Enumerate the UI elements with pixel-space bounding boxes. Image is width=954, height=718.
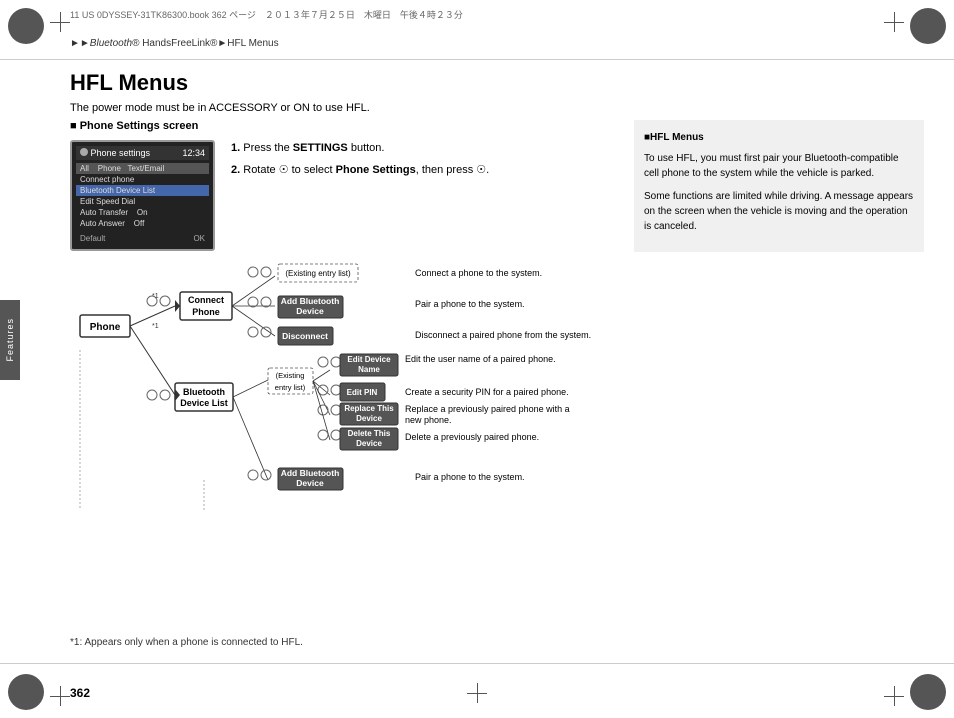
diagram: Phone Connect Phone Bluetooth Device Lis…: [20, 230, 660, 570]
svg-text:Delete a previously paired pho: Delete a previously paired phone.: [405, 432, 539, 442]
svg-text:Edit PIN: Edit PIN: [347, 388, 378, 397]
svg-text:Edit Device: Edit Device: [347, 355, 391, 364]
note-box-para2: Some functions are limited while driving…: [644, 189, 914, 234]
svg-text:Replace This: Replace This: [344, 404, 394, 413]
svg-text:new phone.: new phone.: [405, 415, 452, 425]
page-title: HFL Menus: [70, 70, 924, 96]
top-bar: 11 US 0DYSSEY-31TK86300.book 362 ページ ２０１…: [0, 0, 954, 60]
file-info: 11 US 0DYSSEY-31TK86300.book 362 ページ ２０１…: [70, 8, 463, 21]
svg-text:Device: Device: [356, 439, 382, 448]
steps: 1. Press the SETTINGS button. 2. Rotate …: [231, 140, 489, 183]
section-header: Phone Settings screen: [70, 120, 550, 132]
svg-text:Pair a phone to the system.: Pair a phone to the system.: [415, 472, 525, 482]
svg-text:Device List: Device List: [180, 398, 228, 408]
svg-text:Bluetooth: Bluetooth: [183, 387, 225, 397]
bottom-bar: 362: [0, 663, 954, 718]
step2: 2. Rotate ☉ to select Phone Settings, th…: [231, 162, 489, 180]
svg-text:Replace a previously paired ph: Replace a previously paired phone with a: [405, 404, 570, 414]
svg-text:Disconnect a paired phone from: Disconnect a paired phone from the syste…: [415, 330, 591, 340]
breadcrumb-text: ►►Bluetooth® HandsFreeLink®►HFL Menus: [70, 38, 279, 49]
svg-text:Device: Device: [296, 306, 324, 316]
page-number: 362: [70, 686, 90, 700]
phone-screen-speeddial: Edit Speed Dial: [76, 196, 209, 207]
svg-text:Connect a phone to the system.: Connect a phone to the system.: [415, 268, 542, 278]
svg-text:Name: Name: [358, 365, 380, 374]
phone-node-label: Phone: [90, 322, 121, 333]
bottom-center-cross: [467, 683, 487, 703]
svg-text:Connect: Connect: [188, 295, 224, 305]
breadcrumb: ►►Bluetooth® HandsFreeLink®►HFL Menus: [70, 38, 279, 49]
note-box-title: ■HFL Menus: [644, 130, 914, 145]
svg-text:Device: Device: [356, 414, 382, 423]
step1: 1. Press the SETTINGS button.: [231, 140, 489, 158]
features-label: Features: [0, 300, 20, 380]
svg-text:Add Bluetooth: Add Bluetooth: [281, 468, 340, 478]
phone-screen-dot: Phone settings: [80, 148, 150, 158]
svg-text:Phone: Phone: [192, 307, 220, 317]
intro-text: The power mode must be in ACCESSORY or O…: [70, 102, 924, 114]
svg-text:(Existing: (Existing: [276, 371, 305, 380]
phone-screen-tab: All Phone Text/Email: [76, 163, 209, 174]
section-header-text: Phone Settings screen: [80, 120, 199, 132]
svg-text:Delete This: Delete This: [348, 429, 391, 438]
phone-screen-transfer: Auto Transfer On: [76, 207, 209, 218]
svg-text:*1: *1: [152, 323, 159, 330]
phone-screen-answer: Auto Answer Off: [76, 218, 209, 229]
note-box-para1: To use HFL, you must first pair your Blu…: [644, 151, 914, 181]
footnote: *1: Appears only when a phone is connect…: [70, 637, 303, 648]
svg-text:entry list): entry list): [275, 383, 306, 392]
svg-text:Pair a phone to the system.: Pair a phone to the system.: [415, 299, 525, 309]
svg-text:Device: Device: [296, 478, 324, 488]
right-column: ■HFL Menus To use HFL, you must first pa…: [634, 120, 924, 252]
features-text: Features: [5, 318, 15, 362]
svg-text:Create a security PIN for a pa: Create a security PIN for a paired phone…: [405, 387, 569, 397]
svg-text:Add Bluetooth: Add Bluetooth: [281, 296, 340, 306]
svg-text:Disconnect: Disconnect: [282, 331, 328, 341]
phone-screen-header: Phone settings 12:34: [76, 146, 209, 160]
note-box: ■HFL Menus To use HFL, you must first pa…: [634, 120, 924, 252]
svg-text:*1: *1: [152, 293, 159, 300]
svg-text:(Existing entry list): (Existing entry list): [285, 269, 351, 278]
phone-screen-btlist: Bluetooth Device List: [76, 185, 209, 196]
svg-text:Edit the user name of a paired: Edit the user name of a paired phone.: [405, 354, 556, 364]
phone-screen-time: 12:34: [182, 148, 205, 158]
phone-screen-connect: Connect phone: [76, 174, 209, 185]
